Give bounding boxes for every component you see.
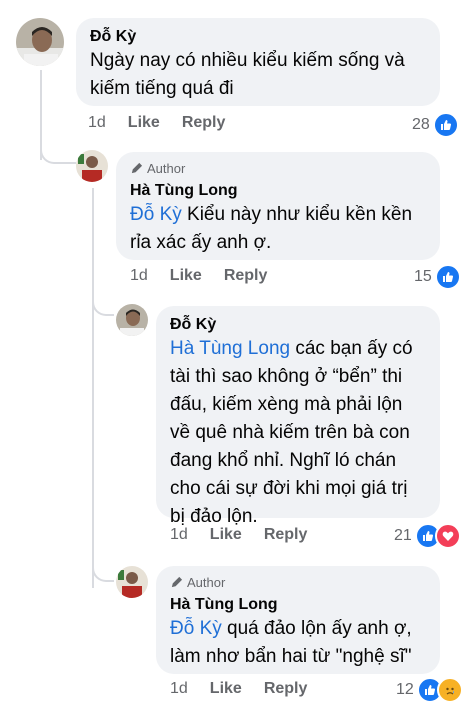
author-badge: Author xyxy=(130,160,426,177)
reply-button[interactable]: Reply xyxy=(224,267,268,285)
reaction-summary[interactable]: 28 xyxy=(412,112,459,138)
author-badge-label: Author xyxy=(147,161,186,176)
comment-actions: 1d Like Reply xyxy=(170,680,307,698)
like-button[interactable]: Like xyxy=(210,526,242,544)
avatar[interactable] xyxy=(116,566,148,598)
comment-bubble: Author Hà Tùng Long Đỗ Kỳ Kiểu này như k… xyxy=(116,152,440,260)
comment-text: các bạn ấy có tài thì sao không ở “bển” … xyxy=(170,338,413,527)
reaction-summary[interactable]: 21 xyxy=(394,523,461,549)
reaction-count: 15 xyxy=(414,268,432,285)
like-icon xyxy=(432,112,459,138)
comment-actions: 1d Like Reply xyxy=(130,267,267,285)
like-button[interactable]: Like xyxy=(128,114,160,132)
sad-icon xyxy=(436,677,463,703)
avatar[interactable] xyxy=(16,18,64,66)
love-icon xyxy=(434,523,461,549)
comment-actions: 1d Like Reply xyxy=(88,114,225,132)
reaction-summary[interactable]: 15 xyxy=(414,264,461,290)
author-badge-label: Author xyxy=(187,575,226,590)
comment-actions: 1d Like Reply xyxy=(170,526,307,544)
timestamp[interactable]: 1d xyxy=(88,114,106,132)
reply-button[interactable]: Reply xyxy=(264,680,308,698)
mention-link[interactable]: Đỗ Kỳ xyxy=(130,204,182,225)
pencil-icon xyxy=(171,576,183,588)
thread-hook xyxy=(92,290,114,316)
comment-author[interactable]: Hà Tùng Long xyxy=(170,594,426,615)
timestamp[interactable]: 1d xyxy=(170,526,188,544)
avatar[interactable] xyxy=(76,150,108,182)
like-button[interactable]: Like xyxy=(210,680,242,698)
avatar[interactable] xyxy=(116,304,148,336)
comment-author[interactable]: Đỗ Kỳ xyxy=(170,314,426,335)
reaction-count: 21 xyxy=(394,527,412,544)
comment-bubble: Author Hà Tùng Long Đỗ Kỳ quá đảo lộn ấy… xyxy=(156,566,440,674)
thread-hook xyxy=(40,140,76,164)
reaction-count: 28 xyxy=(412,116,430,133)
author-badge: Author xyxy=(170,574,426,591)
mention-link[interactable]: Hà Tùng Long xyxy=(170,338,290,359)
reaction-count: 12 xyxy=(396,681,414,698)
comment-author[interactable]: Đỗ Kỳ xyxy=(90,26,426,47)
like-button[interactable]: Like xyxy=(170,267,202,285)
comment-bubble: Đỗ Kỳ Hà Tùng Long các bạn ấy có tài thì… xyxy=(156,306,440,527)
comment-text: Ngày nay có nhiều kiểu kiếm sống và kiếm… xyxy=(90,50,405,99)
timestamp[interactable]: 1d xyxy=(130,267,148,285)
pencil-icon xyxy=(131,162,143,174)
like-icon xyxy=(434,264,461,290)
timestamp[interactable]: 1d xyxy=(170,680,188,698)
mention-link[interactable]: Đỗ Kỳ xyxy=(170,618,222,639)
reply-button[interactable]: Reply xyxy=(264,526,308,544)
thread-hook xyxy=(92,558,114,582)
comment-author[interactable]: Hà Tùng Long xyxy=(130,180,426,201)
reaction-summary[interactable]: 12 xyxy=(396,677,463,703)
reply-button[interactable]: Reply xyxy=(182,114,226,132)
comment-bubble: Đỗ Kỳ Ngày nay có nhiều kiểu kiếm sống v… xyxy=(76,18,440,106)
thread-line xyxy=(92,188,94,588)
